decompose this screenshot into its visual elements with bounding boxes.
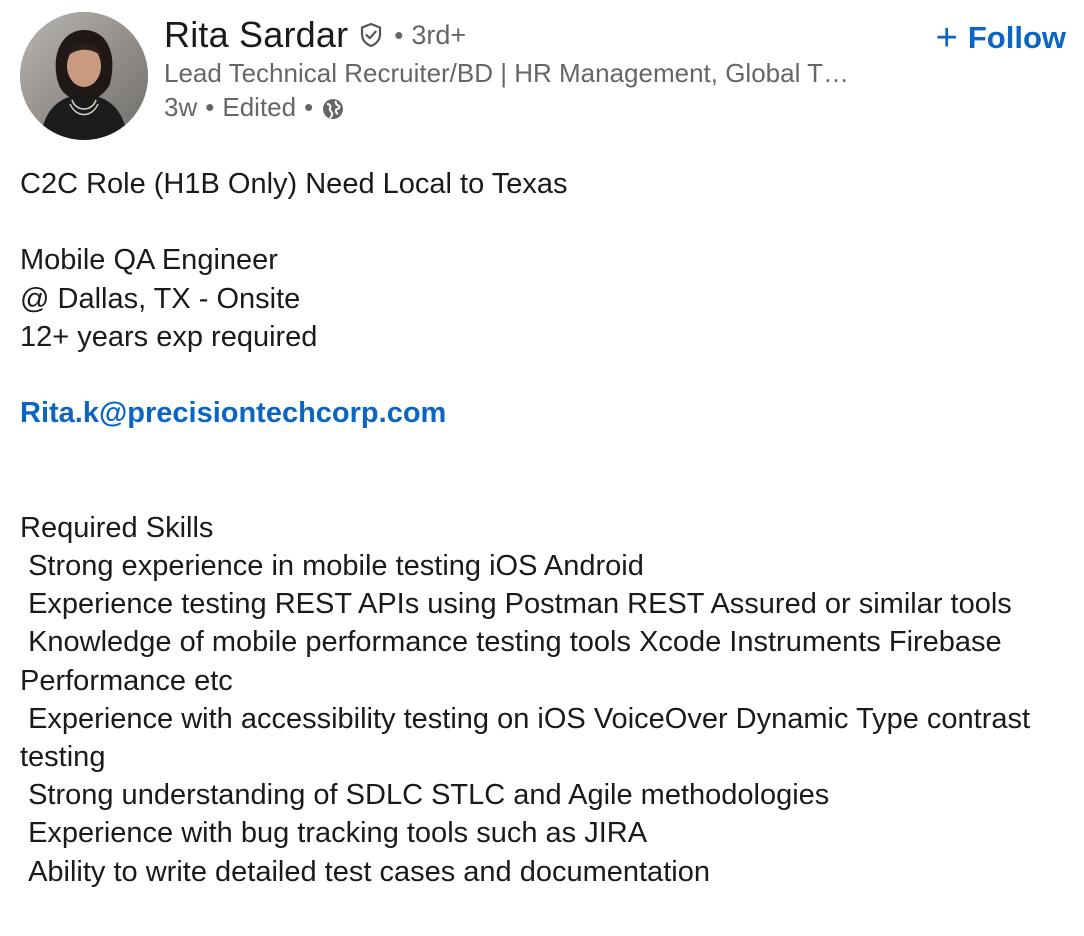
skill-item: Experience with bug tracking tools such … [20, 817, 648, 850]
separator-dot: • [205, 92, 215, 122]
shield-check-icon [358, 22, 384, 48]
follow-button[interactable]: + Follow [936, 16, 1066, 60]
skill-item: Strong experience in mobile testing iOS … [20, 549, 644, 582]
email-link[interactable]: Rita.k@precisiontechcorp.com [20, 397, 446, 429]
post-text-line: C2C Role (H1B Only) Need Local to Texas [20, 168, 568, 200]
post-role: Mobile QA Engineer [20, 244, 278, 277]
separator-dot: • [394, 19, 404, 50]
post-experience: 12+ years exp required [20, 320, 318, 353]
follow-label: Follow [967, 20, 1066, 55]
post-header: Rita Sardar • 3rd+ + Follow Lead Technic… [0, 0, 1084, 150]
plus-icon: + [935, 17, 958, 59]
skill-item: Ability to write detailed test cases and… [20, 855, 710, 888]
author-name[interactable]: Rita Sardar [164, 14, 348, 56]
author-name-row: Rita Sardar • 3rd+ [164, 12, 466, 58]
avatar[interactable] [20, 12, 148, 140]
skills-heading: Required Skills [20, 511, 214, 544]
globe-icon [321, 95, 345, 119]
skill-item: Knowledge of mobile performance testing … [20, 626, 1010, 697]
separator-dot: • [304, 92, 314, 122]
connection-degree: 3rd+ [411, 19, 467, 50]
skill-item: Strong understanding of SDLC STLC and Ag… [20, 779, 830, 812]
skill-item: Experience with accessibility testing on… [20, 702, 1039, 773]
post-meta: 3w • Edited • [164, 90, 345, 124]
post-body: C2C Role (H1B Only) Need Local to Texas … [20, 165, 1060, 891]
edited-label: Edited [222, 92, 297, 122]
post-location: @ Dallas, TX - Onsite [20, 282, 301, 315]
author-headline: Lead Technical Recruiter/BD | HR Managem… [164, 58, 850, 88]
skill-item: Experience testing REST APIs using Postm… [20, 588, 1012, 621]
post-age: 3w [164, 92, 198, 122]
